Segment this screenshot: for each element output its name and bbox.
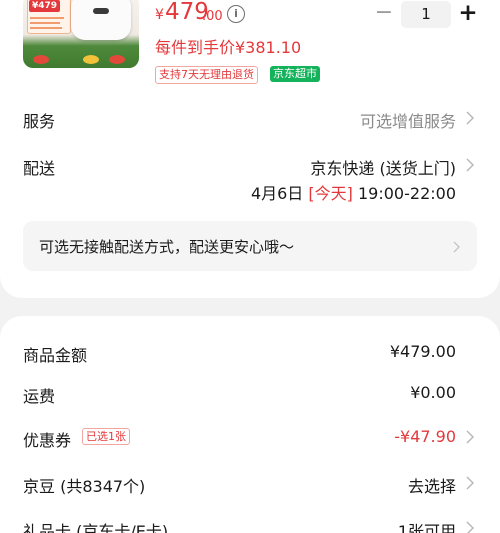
product-thumbnail[interactable]: ¥479: [23, 0, 139, 68]
service-label: 服务: [23, 112, 56, 131]
delivery-window: 19:00-22:00: [358, 184, 456, 203]
price-symbol: ¥: [155, 7, 164, 23]
coupon-value[interactable]: -¥47.90: [394, 427, 456, 446]
shipping-label: 运费: [23, 387, 56, 406]
hand-price: 每件到手价¥381.10: [155, 38, 302, 57]
delivery-label: 配送: [23, 159, 56, 178]
gift-card-label: 礼品卡 (京东卡/E卡): [23, 522, 169, 533]
jd-beans-chevron-icon[interactable]: [466, 476, 474, 490]
delivery-method[interactable]: 京东快递 (送货上门): [310, 155, 456, 179]
quantity-decrease-button[interactable]: −: [374, 2, 394, 24]
delivery-chevron-icon[interactable]: [466, 158, 474, 172]
delivery-date: 4月6日: [250, 184, 304, 203]
rice-cooker-image: [71, 0, 131, 40]
coupon-label: 优惠券: [23, 431, 72, 450]
service-value[interactable]: 可选增值服务: [360, 108, 456, 132]
coupon-selected-badge: 已选1张: [82, 428, 130, 445]
coupon-chevron-icon[interactable]: [466, 430, 474, 444]
quantity-input[interactable]: 1: [401, 1, 451, 28]
quantity-increase-button[interactable]: +: [457, 2, 479, 25]
price-decimal: .00: [202, 9, 223, 24]
jd-beans-label: 京豆 (共8347个): [23, 477, 146, 496]
contactless-delivery-notice[interactable]: 可选无接触配送方式，配送更安心哦～: [23, 221, 477, 271]
notice-chevron-icon: [453, 238, 460, 257]
delivery-today: [今天]: [308, 184, 353, 203]
gift-card-chevron-icon[interactable]: [466, 521, 474, 533]
info-icon[interactable]: i: [227, 5, 245, 23]
service-chevron-icon[interactable]: [466, 111, 474, 125]
jd-beans-value[interactable]: 去选择: [408, 473, 456, 497]
goods-amount-label: 商品金额: [23, 346, 88, 365]
shipping-value: ¥0.00: [410, 383, 456, 402]
return-policy-badge: 支持7天无理由退货: [155, 66, 258, 84]
thumb-price: ¥479: [29, 0, 61, 12]
goods-amount-value: ¥479.00: [389, 342, 456, 361]
delivery-time[interactable]: 4月6日 [今天] 19:00-22:00: [251, 180, 456, 204]
store-badge: 京东超市: [270, 66, 320, 82]
order-item-card: ¥479 ¥ 479 .00 i 每件到手价¥381.10 支持7天无理由退货 …: [0, 0, 500, 298]
notice-text: 可选无接触配送方式，配送更安心哦～: [39, 238, 295, 256]
gift-card-value[interactable]: 1张可用: [398, 518, 456, 533]
